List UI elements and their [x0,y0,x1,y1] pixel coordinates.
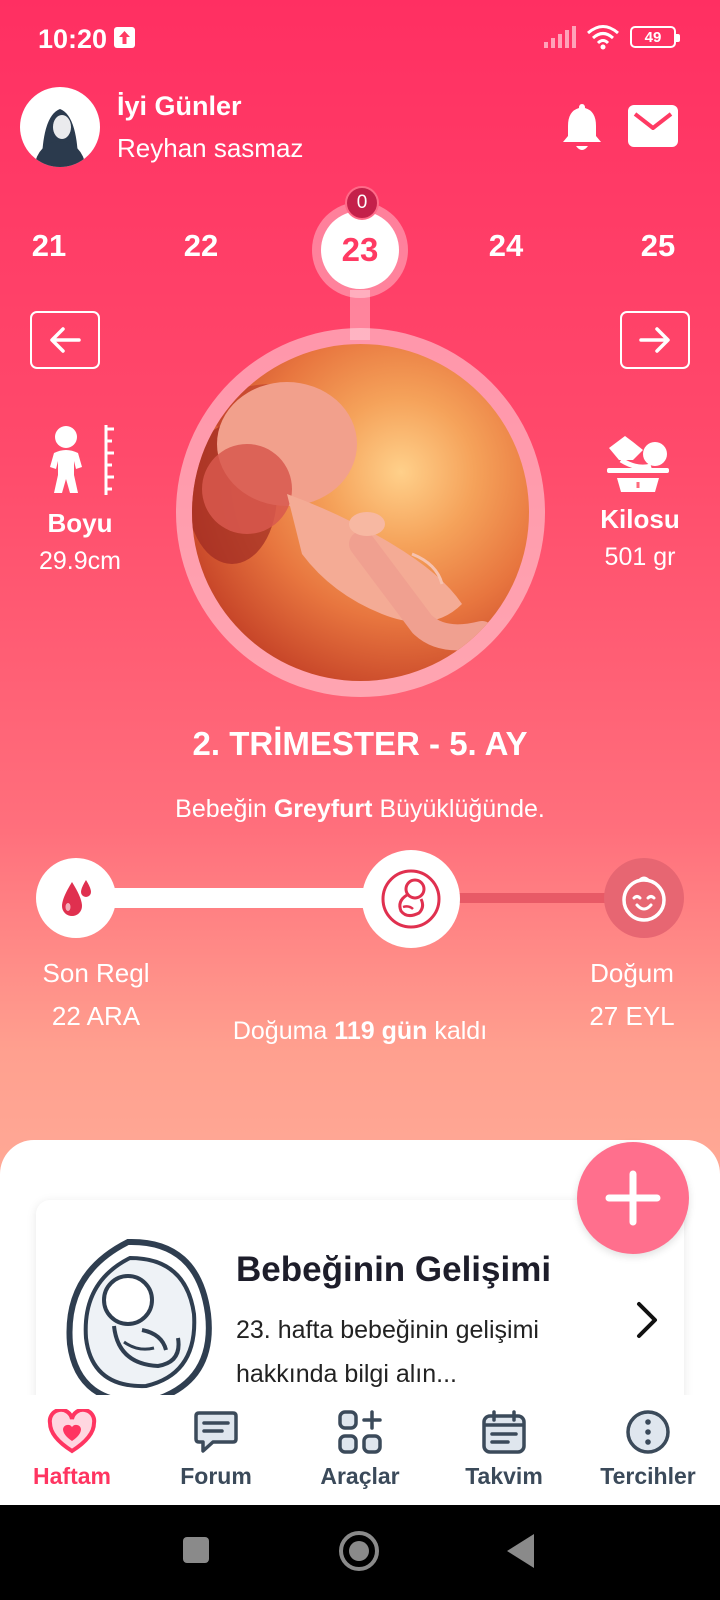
week-21[interactable]: 21 [19,228,79,264]
week-22[interactable]: 22 [171,228,231,264]
heart-icon [47,1409,97,1454]
week-24[interactable]: 24 [476,228,536,264]
status-time: 10:20 [38,24,108,54]
height-label: Boyu [47,508,113,538]
baby-size-text: Bebeğin Greyfurt Büyüklüğünde. [0,795,720,824]
weight-label: Kilosu [600,504,680,534]
countdown-value: 119 gün [334,1017,428,1045]
avatar[interactable] [20,87,100,167]
week-25[interactable]: 25 [628,228,688,264]
trimester-title: 2. TRİMESTER - 5. AY [192,725,528,762]
period-node [36,858,116,938]
tab-takvim[interactable]: Takvim [432,1395,576,1505]
weight-stat: Kilosu 501 gr [580,504,700,572]
greeting-text: İyi Günler [117,91,242,121]
week-day-badge: 0 [345,186,379,220]
mail-icon[interactable] [627,104,679,148]
battery-icon: 49 [630,26,680,48]
calendar-icon [482,1410,526,1454]
height-stat: Boyu 29.9cm [20,508,140,576]
baby-height-icon [50,425,114,495]
tab-forum[interactable]: Forum [144,1395,288,1505]
size-suffix: Büyüklüğünde. [379,795,545,823]
bell-icon[interactable] [560,100,604,154]
last-period-label: Son Regl [42,958,150,988]
next-week-button[interactable] [620,311,690,369]
due-date-label: Doğum [590,958,674,988]
tab-araclar[interactable]: Araçlar [288,1395,432,1505]
status-icons: 49 [544,24,680,50]
baby-scale-icon [607,436,669,492]
baby-face-icon [622,876,666,922]
chevron-right-icon[interactable] [634,1300,660,1340]
more-icon [626,1410,670,1454]
tab-label-takvim: Takvim [465,1463,543,1489]
tab-label-forum: Forum [180,1463,252,1489]
size-fruit: Greyfurt [273,795,373,823]
weight-value: 501 gr [604,543,676,571]
tab-label-haftam: Haftam [33,1463,111,1489]
birth-countdown: Doğuma 119 gün kaldı [0,1017,720,1046]
current-week[interactable]: 23 [321,211,399,289]
upload-icon [114,27,135,48]
countdown-suffix: kaldı [434,1017,488,1045]
fetus-icon [381,869,441,929]
user-name: Reyhan sasmaz [117,133,304,163]
system-nav-bar [0,1505,720,1600]
countdown-prefix: Doğuma [232,1017,328,1045]
arrow-left-icon [50,327,81,353]
blood-drop-icon [62,880,91,916]
add-button[interactable] [577,1142,689,1254]
bottom-tab-bar: Haftam Forum Araçlar Takvim Tercihler [0,1395,720,1505]
back-icon[interactable] [504,1532,538,1570]
tab-label-araclar: Araçlar [320,1463,400,1489]
baby-image[interactable] [192,344,529,681]
chat-icon [194,1411,238,1453]
card-title: Bebeğinin Gelişimi [236,1250,552,1289]
status-bar: 10:20 49 [0,0,720,78]
signal-icon [544,26,576,48]
height-value: 29.9cm [39,547,121,575]
wifi-icon [587,25,619,50]
app-screen: 10:20 49 İyi Günler Reyhan sasmaz 21 22 … [0,0,720,1505]
size-prefix: Bebeğin [175,795,267,823]
plus-icon [605,1170,661,1226]
arrow-right-icon [639,327,670,353]
tab-tercihler[interactable]: Tercihler [576,1395,720,1505]
tab-label-tercihler: Tercihler [600,1463,696,1489]
progress-track-elapsed [76,888,412,908]
card-description: 23. hafta bebeğinin gelişimi hakkında bi… [236,1316,539,1388]
baby-image-ring [176,328,545,697]
tab-haftam[interactable]: Haftam [0,1395,144,1505]
birth-node [604,858,684,938]
tools-grid-icon [338,1410,382,1454]
recents-icon[interactable] [181,1535,211,1565]
fetus-illustration-icon [66,1238,212,1404]
pregnancy-node [362,850,461,948]
home-icon[interactable] [338,1530,380,1572]
prev-week-button[interactable] [30,311,100,369]
